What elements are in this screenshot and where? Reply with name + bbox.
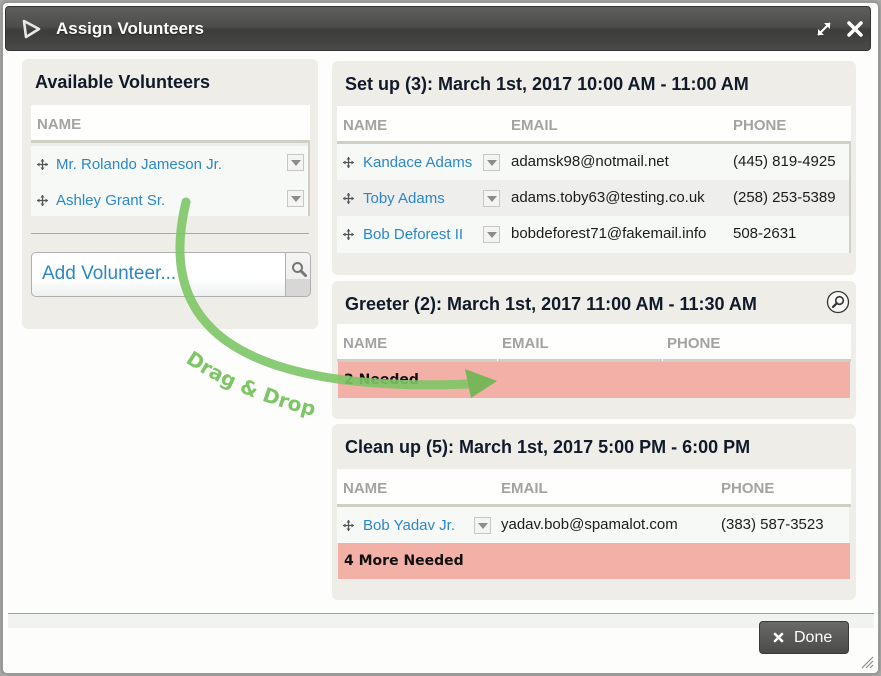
volunteer-phone: 508-2631 (733, 225, 797, 242)
footer-band (8, 614, 874, 628)
shift-title: Greeter (2): March 1st, 2017 11:00 AM - … (345, 294, 757, 314)
column-header-name: NAME (343, 480, 388, 497)
column-header-email: EMAIL (511, 117, 558, 134)
column-header-phone: PHONE (667, 335, 721, 352)
volunteer-name-link[interactable]: Bob Deforest II (363, 226, 463, 243)
available-volunteer-row[interactable]: Mr. Rolando Jameson Jr. (31, 146, 308, 182)
divider (31, 233, 309, 234)
drag-handle-icon[interactable] (343, 193, 354, 204)
table-border (849, 144, 851, 253)
expand-icon[interactable] (815, 20, 833, 38)
app-logo-icon (22, 19, 41, 39)
done-label: Done (794, 629, 833, 646)
table-row[interactable]: Bob Yadav Jr. yadav.bob@spamalot.com (38… (337, 507, 849, 543)
shift-table-header: NAME EMAIL PHONE (337, 106, 851, 144)
needed-row: 2 Needed (338, 362, 850, 398)
dialog-title: Assign Volunteers (56, 19, 204, 38)
volunteer-email: adams.toby63@testing.co.uk (511, 189, 705, 206)
zoom-icon[interactable] (826, 290, 850, 314)
column-header-email: EMAIL (501, 480, 548, 497)
table-row[interactable]: Kandace Adams adamsk98@notmail.net (445)… (337, 144, 849, 180)
add-volunteer-search-button[interactable] (285, 252, 311, 297)
close-icon (773, 632, 784, 643)
column-header-name: NAME (343, 335, 388, 352)
volunteer-name-link[interactable]: Bob Yadav Jr. (363, 517, 455, 534)
shift-table-header: NAME EMAIL PHONE (337, 469, 851, 507)
drag-handle-icon[interactable] (343, 520, 354, 531)
column-header-phone: PHONE (733, 117, 787, 134)
drag-handle-icon[interactable] (37, 159, 48, 170)
add-volunteer-input[interactable]: Add Volunteer... (31, 252, 287, 297)
volunteer-name-link[interactable]: Mr. Rolando Jameson Jr. (56, 156, 222, 173)
drag-handle-icon[interactable] (343, 157, 354, 168)
volunteer-phone: (258) 253-5389 (733, 189, 836, 206)
shift-title: Clean up (5): March 1st, 2017 5:00 PM - … (345, 437, 751, 457)
table-row[interactable]: Toby Adams adams.toby63@testing.co.uk (2… (337, 180, 849, 216)
available-volunteer-row[interactable]: Ashley Grant Sr. (31, 182, 308, 216)
needed-count: 2 Needed (344, 372, 419, 388)
table-row[interactable]: Bob Deforest II bobdeforest71@fakemail.i… (337, 216, 849, 253)
column-separator (662, 358, 663, 361)
column-separator (497, 358, 498, 361)
volunteer-dropdown-button[interactable] (474, 517, 491, 534)
volunteer-name-link[interactable]: Kandace Adams (363, 154, 472, 171)
search-icon (292, 262, 307, 277)
shift-table-header: NAME EMAIL PHONE (337, 324, 851, 362)
column-header-email: EMAIL (502, 335, 549, 352)
volunteer-phone: (445) 819-4925 (733, 153, 836, 170)
needed-row: 4 More Needed (338, 543, 850, 579)
volunteer-dropdown-button[interactable] (287, 190, 304, 207)
volunteer-name-link[interactable]: Ashley Grant Sr. (56, 192, 165, 209)
column-header-name: NAME (343, 117, 388, 134)
resize-grip-icon[interactable] (858, 653, 874, 669)
column-header-phone: PHONE (721, 480, 775, 497)
needed-count: 4 More Needed (344, 553, 464, 569)
volunteer-email: yadav.bob@spamalot.com (501, 516, 678, 533)
drag-handle-icon[interactable] (37, 195, 48, 206)
drag-handle-icon[interactable] (343, 229, 354, 240)
volunteer-dropdown-button[interactable] (483, 190, 500, 207)
dialog-titlebar[interactable]: Assign Volunteers (5, 6, 871, 51)
volunteer-name-link[interactable]: Toby Adams (363, 190, 445, 207)
volunteer-dropdown-button[interactable] (483, 154, 500, 171)
volunteer-phone: (383) 587-3523 (721, 516, 824, 533)
column-header-name: NAME (37, 116, 82, 133)
list-border (308, 142, 310, 216)
volunteer-dropdown-button[interactable] (287, 154, 304, 171)
volunteer-email: adamsk98@notmail.net (511, 153, 669, 170)
shift-title: Set up (3): March 1st, 2017 10:00 AM - 1… (345, 74, 749, 94)
available-table-header: NAME (31, 105, 310, 143)
volunteer-email: bobdeforest71@fakemail.info (511, 225, 707, 242)
volunteer-dropdown-button[interactable] (483, 226, 500, 243)
done-button[interactable]: Done (759, 621, 849, 654)
close-icon[interactable] (846, 20, 864, 38)
available-volunteers-title: Available Volunteers (35, 72, 211, 92)
